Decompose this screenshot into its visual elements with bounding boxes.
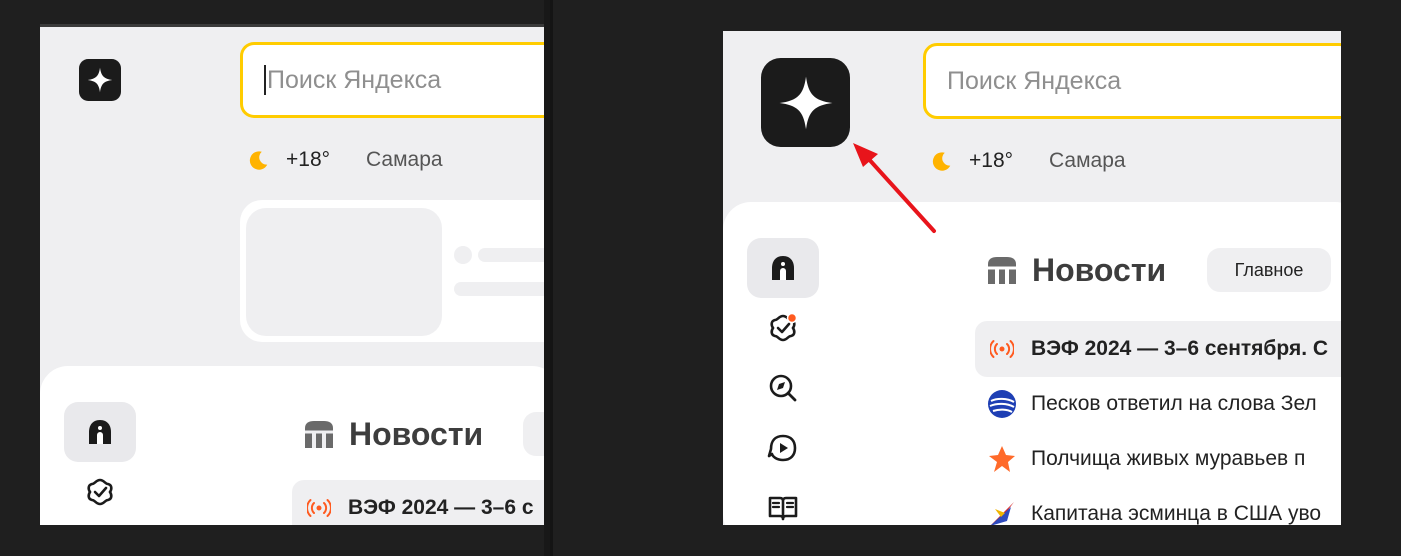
weather-widget[interactable]: +18° Самара [931,149,1126,173]
news-item-text: Песков ответил на слова Зел [1031,392,1317,415]
news-item-text: ВЭФ 2024 — 3–6 с [348,496,534,519]
live-broadcast-icon [987,334,1017,364]
news-item[interactable]: ВЭФ 2024 — 3–6 с [292,480,544,525]
news-tab-partial[interactable] [523,412,544,456]
tab-main[interactable]: Главное [1207,248,1331,292]
video-icon [767,434,797,462]
explore-icon [769,374,797,402]
search-input[interactable]: Поиск Яндекса [240,42,544,118]
news-header: Новости [302,416,483,453]
nav-explore[interactable] [747,358,819,418]
news-item[interactable]: Полчища живых муравьев п [975,431,1341,487]
news-item-text: Капитана эсминца в США уво [1031,502,1322,525]
weather-city[interactable]: Самара [366,148,443,172]
skeleton-line [454,282,544,296]
text-cursor [264,65,266,95]
nav-reading[interactable] [747,478,819,525]
nav-home[interactable] [747,238,819,298]
news-title[interactable]: Новости [349,416,483,453]
news-logo-icon [988,256,1016,284]
moon-icon [249,151,268,170]
nav-tasks[interactable] [64,462,136,522]
book-icon [768,496,798,521]
window-top-bar [40,24,544,27]
news-title[interactable]: Новости [1032,252,1166,289]
loading-skeleton-card [240,200,544,342]
search-placeholder: Поиск Яндекса [267,65,442,94]
tasks-icon [770,312,798,342]
main-content-area: Новости Главное ВЭФ 2024 — 3–6 сентября.… [723,202,1341,525]
globe-source-icon [987,389,1017,419]
news-item[interactable]: Капитана эсминца в США уво [975,486,1341,525]
search-input[interactable]: Поиск Яндекса [923,43,1341,119]
tab-main-label: Главное [1234,259,1304,280]
nav-tasks[interactable] [747,298,819,358]
nav-home[interactable] [64,402,136,462]
alice-logo-icon[interactable] [761,58,850,147]
home-icon [772,256,794,280]
panel-divider [550,0,553,556]
alice-logo-icon[interactable] [79,59,121,101]
weather-temperature: +18° [286,148,331,171]
home-icon [89,420,111,444]
news-item[interactable]: ВЭФ 2024 — 3–6 сентября. С [975,321,1341,377]
bird-source-icon [987,499,1017,525]
right-screenshot-panel: Поиск Яндекса +18° Самара Новости Главно… [723,31,1341,525]
news-item[interactable]: Песков ответил на слова Зел [975,376,1341,432]
nav-video[interactable] [747,418,819,478]
news-item-text: Полчища живых муравьев п [1031,447,1306,470]
live-broadcast-icon [304,493,334,523]
news-logo-icon [305,420,333,448]
weather-widget[interactable]: +18° Самара [248,148,443,172]
news-item-text: ВЭФ 2024 — 3–6 сентября. С [1031,337,1329,360]
skeleton-line [478,248,544,262]
skeleton-dot [454,246,472,264]
notification-badge [786,312,798,324]
skeleton-image [246,208,442,336]
weather-city[interactable]: Самара [1049,149,1126,173]
main-content-area: Новости ВЭФ 2024 — 3–6 с [40,366,544,525]
news-header: Новости [985,252,1166,289]
tasks-icon [87,478,113,506]
search-placeholder: Поиск Яндекса [947,66,1122,95]
weather-temperature: +18° [969,149,1014,172]
left-screenshot-panel: Поиск Яндекса +18° Самара Новости ВЭФ 20… [40,24,544,525]
star-source-icon [987,444,1017,474]
moon-icon [932,152,951,171]
